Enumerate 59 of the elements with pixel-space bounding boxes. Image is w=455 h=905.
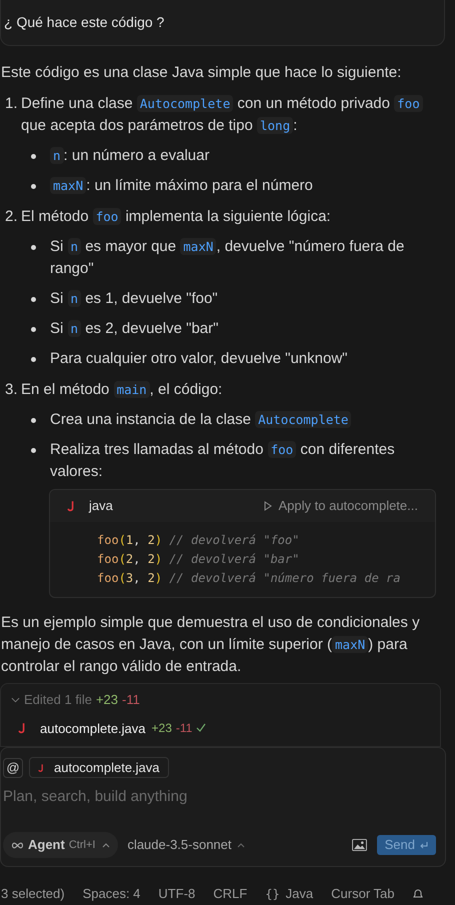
user-message: ¿ Qué hace este código ? [4, 13, 164, 32]
apply-button[interactable]: Apply to autocomplete... [264, 495, 418, 517]
message-input[interactable]: Plan, search, build anything [3, 786, 443, 808]
status-item[interactable]: Spaces: 4 [82, 884, 140, 904]
list-number: 1. [5, 94, 19, 114]
list-item-text: Crea una instancia de la clase Autocomplete [50, 409, 440, 431]
model-selector[interactable]: claude-3.5-sonnet [127, 835, 245, 855]
list-item-text: Si n es 1, devuelve "foo" [50, 289, 219, 309]
file-name[interactable]: autocomplete.java [40, 718, 146, 738]
caret-icon [102, 842, 110, 848]
list-item-text: maxN : un límite máximo para el número [50, 175, 440, 197]
list-item-text: n : un número a evaluar [50, 145, 440, 167]
list-number: 3. [5, 380, 19, 400]
list-item-text: En el método main , el código: [21, 380, 224, 400]
bullet-icon [31, 154, 36, 159]
removed-count: -11 [176, 720, 192, 738]
bell-icon[interactable] [412, 888, 424, 900]
added-count: +23 [152, 720, 172, 738]
java-file-icon [18, 722, 26, 734]
added-count: +23 [96, 691, 118, 709]
bullet-icon [31, 357, 36, 362]
paragraph: Este código es una clase Java simple que hace lo siguiente: [1, 63, 402, 83]
paragraph: Es un ejemplo simple que demuestra el uso de condicionales y manejo de casos en Java, con un límite superior ( maxN ) para controlar el rango válido de entrada. [1, 613, 421, 677]
status-item[interactable]: CRLF [213, 884, 248, 904]
caret-icon [236, 842, 245, 848]
enter-icon [420, 842, 428, 848]
agent-mode-button[interactable]: Agent Ctrl+I [3, 832, 118, 858]
list-item-text: Para cualquier otro valor, devuelve "unknow" [50, 349, 348, 369]
status-item[interactable]: Java [286, 884, 314, 904]
image-icon[interactable] [352, 839, 367, 851]
list-item-text: Define una clase Autocomplete con un método privado foo que acepta dos parámetros de tipo long : [21, 93, 454, 137]
chevron-icon[interactable] [11, 696, 20, 703]
status-item[interactable]: Cursor Tab [331, 884, 394, 904]
removed-count: -11 [122, 691, 140, 709]
java-file-icon [67, 500, 75, 512]
list-item-text: El método foo implementa la siguiente lógica: [21, 207, 332, 227]
infinity-icon [11, 842, 24, 848]
list-item-text: Realiza tres llamadas al método foo con diferentes valores: [50, 440, 396, 482]
status-item[interactable]: UTF-8 [158, 884, 196, 904]
bullet-icon [31, 184, 36, 189]
file-name[interactable]: autocomplete.java [54, 758, 160, 778]
list-item-text: Si n es 2, devuelve "bar" [50, 319, 220, 339]
bullet-icon [31, 418, 36, 423]
java-file-icon [38, 762, 44, 772]
mention-button[interactable]: @ [3, 758, 23, 778]
edits-summary: Edited 1 file [24, 691, 92, 709]
bullet-icon [31, 327, 36, 332]
language-label: java [89, 497, 113, 515]
status-item[interactable]: 3 selected) [1, 884, 65, 904]
bullet-icon [31, 297, 36, 302]
list-item-text: Si n es mayor que maxN , devuelve "número fuera de rango" [50, 237, 406, 279]
bullet-icon [31, 245, 36, 250]
play-icon [264, 501, 272, 511]
code-line: foo(2, 2) // devolverá "bar" [97, 551, 300, 568]
bullet-icon [31, 448, 36, 453]
code-line: foo(1, 2) // devolverá "foo" [97, 532, 300, 549]
code-line: foo(3, 2) // devolverá "número fuera de ra [97, 570, 402, 587]
braces-icon: {} [265, 885, 280, 903]
list-number: 2. [5, 207, 19, 227]
